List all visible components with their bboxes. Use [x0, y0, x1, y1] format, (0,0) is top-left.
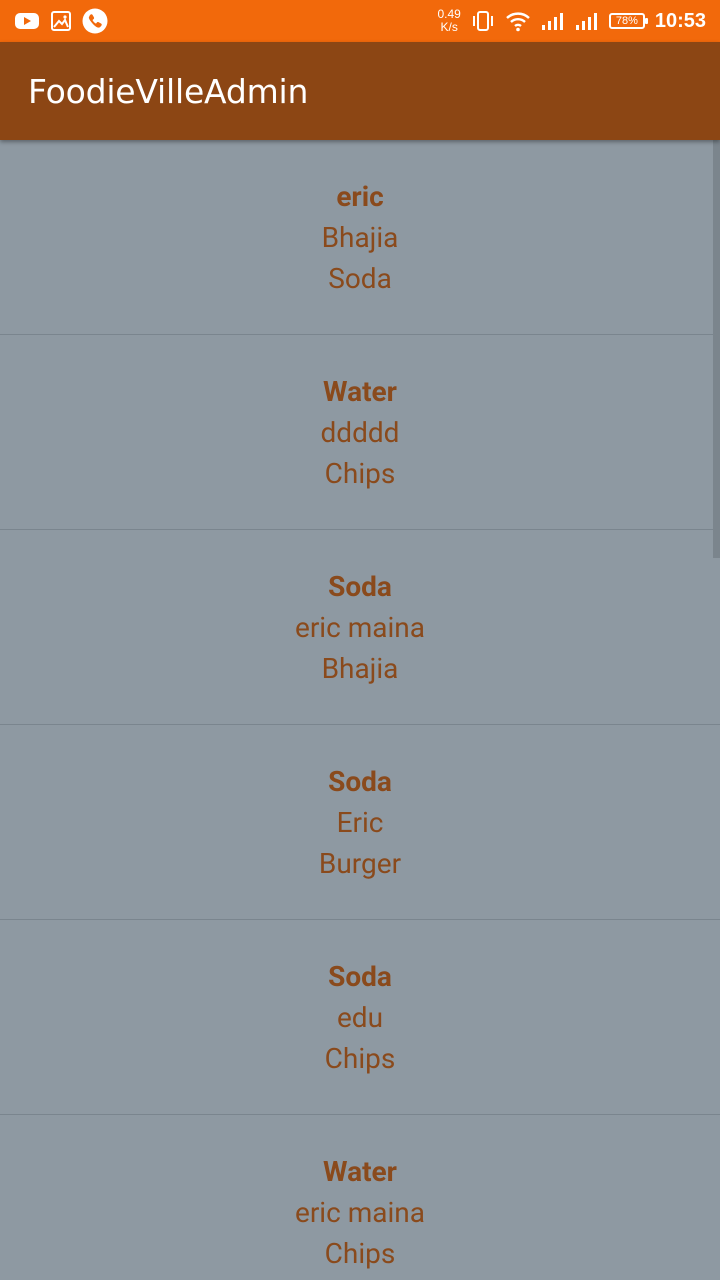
signal-icon: [541, 13, 563, 30]
list-item[interactable]: eric Bhajia Soda: [0, 140, 720, 335]
list-item[interactable]: Soda edu Chips: [0, 920, 720, 1115]
order-line: Chips: [324, 1236, 396, 1270]
network-speed-unit: K/s: [440, 20, 458, 34]
app-title: FoodieVilleAdmin: [28, 72, 309, 111]
battery-icon: 78%: [608, 13, 648, 29]
youtube-icon: [15, 13, 39, 29]
list-item[interactable]: Water eric maina Chips: [0, 1115, 720, 1280]
order-title: Soda: [328, 569, 392, 603]
order-line: Chips: [324, 456, 396, 490]
system-icons: 0.49 K/s 78% 10:53: [437, 4, 706, 38]
order-line: Soda: [328, 261, 392, 295]
scrollbar-thumb[interactable]: [713, 140, 720, 558]
notification-icons: [14, 8, 108, 34]
order-line: Eric: [336, 805, 384, 839]
order-line: ddddd: [320, 415, 400, 449]
gallery-icon: [51, 11, 71, 31]
order-line: Chips: [324, 1041, 396, 1075]
list-item[interactable]: Soda eric maina Bhajia: [0, 530, 720, 725]
order-title: eric: [336, 179, 384, 213]
order-line: Burger: [318, 846, 402, 880]
network-speed: 0.49 K/s: [437, 8, 460, 34]
order-line: edu: [336, 1000, 384, 1034]
vibrate-icon: [472, 11, 493, 31]
wifi-icon: [506, 12, 530, 32]
status-bar: 0.49 K/s 78% 10:53: [0, 0, 720, 42]
order-title: Water: [323, 1154, 397, 1188]
order-line: eric maina: [294, 1195, 426, 1229]
order-line: Bhajia: [321, 651, 399, 685]
phone-icon: [82, 8, 108, 34]
app-bar: FoodieVilleAdmin: [0, 42, 720, 140]
order-line: Bhajia: [321, 220, 399, 254]
list-item[interactable]: Water ddddd Chips: [0, 335, 720, 530]
orders-list[interactable]: eric Bhajia Soda Water ddddd Chips Soda …: [0, 140, 720, 1280]
battery-level: 78%: [615, 15, 638, 27]
order-title: Soda: [328, 959, 392, 993]
order-title: Water: [323, 374, 397, 408]
order-title: Soda: [328, 764, 392, 798]
signal-icon: [575, 13, 597, 30]
order-line: eric maina: [294, 610, 426, 644]
list-item[interactable]: Soda Eric Burger: [0, 725, 720, 920]
clock: 10:53: [654, 9, 706, 32]
